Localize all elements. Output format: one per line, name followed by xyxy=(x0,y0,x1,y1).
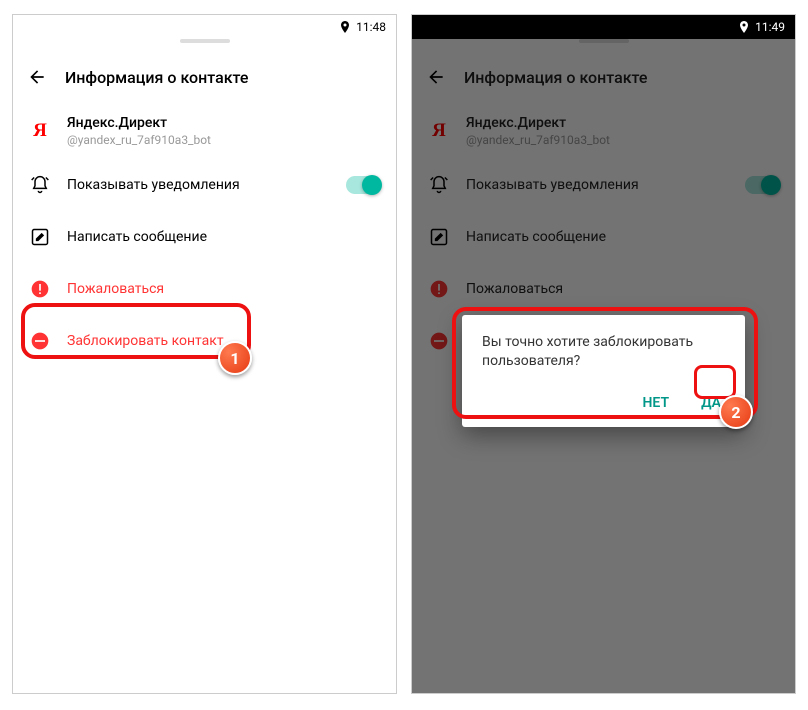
dialog-no-button[interactable]: НЕТ xyxy=(639,389,674,417)
alert-icon xyxy=(29,278,51,300)
status-bar: 11:48 xyxy=(13,15,396,39)
notifications-label: Показывать уведомления xyxy=(67,177,330,193)
notifications-toggle[interactable] xyxy=(346,176,380,194)
location-icon xyxy=(340,21,350,33)
contact-handle: @yandex_ru_7af910a3_bot xyxy=(67,133,211,147)
header: Информация о контакте xyxy=(13,51,396,103)
phone-screen-right: 11:49 Информация о контакте Я Яндекс.Дир… xyxy=(411,14,796,694)
block-icon xyxy=(29,330,51,352)
confirm-dialog: Вы точно хотите заблокировать пользовате… xyxy=(462,315,745,427)
status-time: 11:49 xyxy=(755,20,785,34)
contact-row[interactable]: Я Яндекс.Директ @yandex_ru_7af910a3_bot xyxy=(13,103,396,159)
bell-icon xyxy=(29,174,51,196)
write-message-row[interactable]: Написать сообщение xyxy=(13,211,396,263)
report-label: Пожаловаться xyxy=(67,281,380,297)
annotation-badge-1: 1 xyxy=(218,341,252,375)
edit-icon xyxy=(29,226,51,248)
phone-screen-left: 11:48 Информация о контакте Я Яндекс.Дир… xyxy=(12,14,397,694)
yandex-logo-icon: Я xyxy=(29,120,51,142)
status-bar: 11:49 xyxy=(412,15,795,39)
contact-name: Яндекс.Директ xyxy=(67,115,211,131)
report-row[interactable]: Пожаловаться xyxy=(13,263,396,315)
location-icon xyxy=(739,21,749,33)
grab-handle xyxy=(13,39,396,51)
dialog-message: Вы точно хотите заблокировать пользовате… xyxy=(482,333,725,371)
write-message-label: Написать сообщение xyxy=(67,229,380,245)
annotation-badge-2: 2 xyxy=(719,395,753,429)
back-arrow-icon[interactable] xyxy=(27,67,47,87)
block-contact-row[interactable]: Заблокировать контакт xyxy=(13,315,396,367)
page-title: Информация о контакте xyxy=(65,68,249,87)
status-time: 11:48 xyxy=(356,20,386,34)
notifications-row[interactable]: Показывать уведомления xyxy=(13,159,396,211)
